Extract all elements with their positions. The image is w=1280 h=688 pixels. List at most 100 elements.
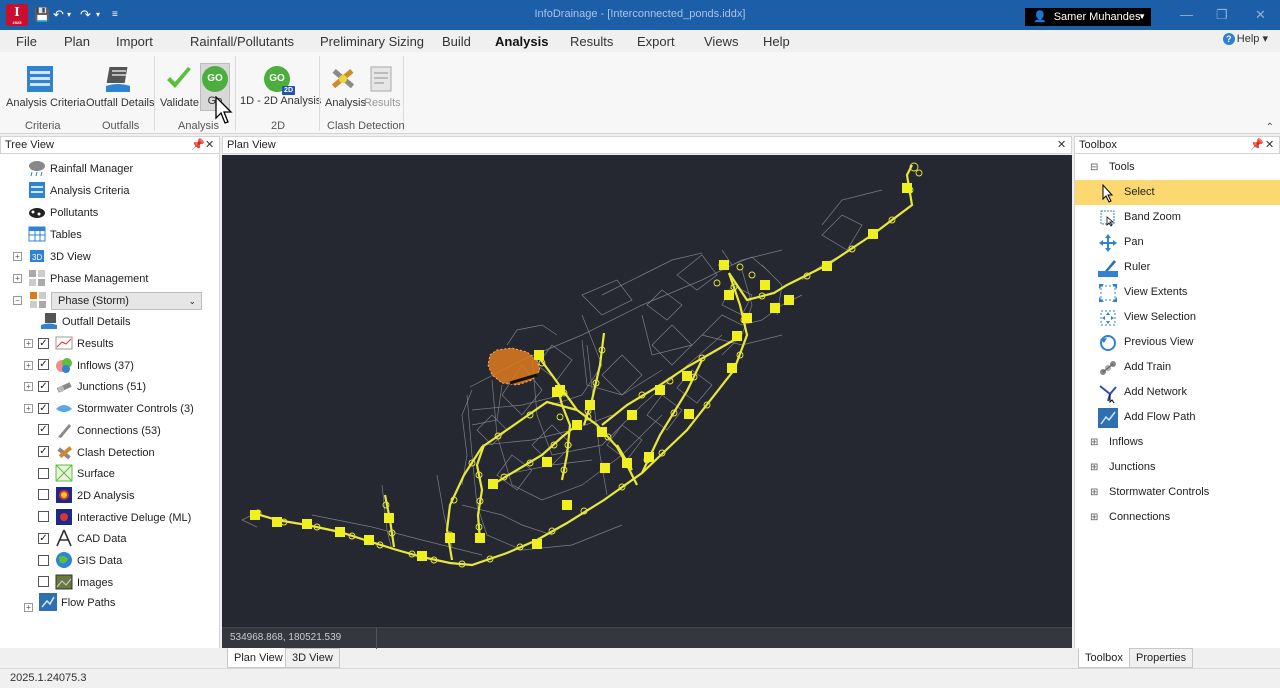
tab-file[interactable]: File xyxy=(16,34,37,49)
stormwater-pond[interactable] xyxy=(487,347,541,386)
expand-icon[interactable]: + xyxy=(24,339,33,348)
tree-item-gis-data[interactable]: GIS Data xyxy=(38,551,122,571)
tab-plan[interactable]: Plan xyxy=(64,34,90,49)
tree-item-rainfall-manager[interactable]: Rainfall Manager xyxy=(28,159,133,179)
select-cursor-icon xyxy=(1102,183,1114,203)
plan-view-canvas[interactable] xyxy=(222,155,1072,648)
visibility-checkbox[interactable] xyxy=(38,511,49,523)
tool-ruler[interactable]: Ruler xyxy=(1075,255,1280,280)
expand-icon[interactable]: + xyxy=(24,603,33,612)
phase-dropdown[interactable]: Phase (Storm) ⌄ xyxy=(51,292,202,310)
visibility-checkbox[interactable]: ✓ xyxy=(38,380,49,392)
expand-icon[interactable]: + xyxy=(13,252,22,261)
collapse-icon[interactable]: − xyxy=(13,296,22,305)
tab-results[interactable]: Results xyxy=(570,34,613,49)
expand-icon[interactable]: + xyxy=(13,274,22,283)
redo-dropdown-icon[interactable]: ▾ xyxy=(96,7,100,23)
tree-item-tables[interactable]: Tables xyxy=(28,225,82,245)
tab-help[interactable]: Help xyxy=(763,34,790,49)
clash-analysis-button[interactable]: Analysis xyxy=(325,64,366,109)
toolbox-group-connections[interactable]: ⊞ Connections xyxy=(1075,505,1280,530)
expand-icon[interactable]: + xyxy=(24,404,33,414)
tree-item-interactive-deluge[interactable]: Interactive Deluge (ML) xyxy=(38,508,191,528)
expand-icon[interactable]: + xyxy=(24,382,33,392)
tree-item-surface[interactable]: Surface xyxy=(38,464,115,484)
outfall-details-button[interactable]: Outfall Details xyxy=(86,64,154,109)
tree-item-junctions[interactable]: ✓ Junctions (51) xyxy=(38,377,146,397)
visibility-checkbox[interactable]: ✓ xyxy=(38,424,49,436)
tool-add-train[interactable]: Add Train xyxy=(1075,355,1280,380)
tab-properties[interactable]: Properties xyxy=(1129,648,1194,668)
validate-button[interactable]: Validate xyxy=(160,64,199,109)
app-logo[interactable]: I 2025 xyxy=(6,4,28,26)
toolbox-group-inflows[interactable]: ⊞ Inflows xyxy=(1075,430,1280,455)
undo-icon[interactable]: ↶ xyxy=(53,7,64,23)
visibility-checkbox[interactable]: ✓ xyxy=(38,532,49,544)
analysis-criteria-button[interactable]: Analysis Criteria xyxy=(6,64,85,109)
tool-view-extents[interactable]: View Extents xyxy=(1075,280,1280,305)
tab-toolbox[interactable]: Toolbox xyxy=(1078,648,1130,668)
tab-analysis[interactable]: Analysis xyxy=(492,34,551,54)
minimize-icon[interactable]: — xyxy=(1180,8,1193,22)
expand-icon[interactable]: + xyxy=(24,360,33,370)
tree-item-3d-view[interactable]: 3D 3D View xyxy=(28,247,91,267)
tree-item-outfall-details[interactable]: Outfall Details xyxy=(40,312,130,332)
tool-add-network[interactable]: Add Network xyxy=(1075,380,1280,405)
close-icon[interactable]: ✕ xyxy=(1255,8,1266,22)
tab-rainfall-pollutants[interactable]: Rainfall/Pollutants xyxy=(190,34,294,49)
visibility-checkbox[interactable]: ✓ xyxy=(38,359,49,371)
save-icon[interactable]: 💾 xyxy=(34,7,50,23)
tree-item-pollutants[interactable]: Pollutants xyxy=(28,203,98,223)
tab-3d-view[interactable]: 3D View xyxy=(285,648,340,668)
tab-plan-view[interactable]: Plan View xyxy=(227,648,290,668)
visibility-checkbox[interactable]: ✓ xyxy=(38,337,49,349)
drainage-network-map[interactable] xyxy=(222,155,1072,627)
tool-select[interactable]: Select xyxy=(1075,180,1280,205)
tree-item-analysis-criteria[interactable]: Analysis Criteria xyxy=(28,181,129,201)
toolbox-group-junctions[interactable]: ⊞ Junctions xyxy=(1075,455,1280,480)
collapse-ribbon-icon[interactable]: ⌃ xyxy=(1266,122,1274,133)
visibility-checkbox[interactable] xyxy=(38,489,49,501)
tree-item-images[interactable]: Images xyxy=(38,573,113,593)
tree-item-inflows[interactable]: ✓ Inflows (37) xyxy=(38,356,134,376)
group-2d: 2D xyxy=(271,120,286,132)
close-icon[interactable]: ✕ xyxy=(1057,137,1066,153)
tab-build[interactable]: Build xyxy=(442,34,471,49)
user-menu[interactable]: 👤 Samer Muhandes ▼ xyxy=(1025,8,1151,26)
redo-icon[interactable]: ↷ xyxy=(80,7,91,23)
pin-icon[interactable]: 📌 xyxy=(191,137,205,153)
visibility-checkbox[interactable]: ✓ xyxy=(38,402,49,414)
tab-views[interactable]: Views xyxy=(704,34,738,49)
clash-results-button[interactable]: Results xyxy=(364,64,401,109)
tab-preliminary-sizing[interactable]: Preliminary Sizing xyxy=(320,34,424,49)
undo-dropdown-icon[interactable]: ▾ xyxy=(67,7,71,23)
toolbox-group-stormwater-controls[interactable]: ⊞ Stormwater Controls xyxy=(1075,480,1280,505)
tree-item-flow-paths[interactable]: Flow Paths xyxy=(39,593,115,613)
tool-view-selection[interactable]: View Selection xyxy=(1075,305,1280,330)
tree-item-clash-detection[interactable]: ✓ Clash Detection xyxy=(38,443,155,463)
1d-2d-analysis-button[interactable]: GO 2D 1D - 2D Analysis xyxy=(240,64,321,107)
tree-item-2d-analysis[interactable]: 2D Analysis xyxy=(38,486,134,506)
pin-icon[interactable]: 📌 xyxy=(1250,137,1264,153)
visibility-checkbox[interactable]: ✓ xyxy=(38,446,49,458)
visibility-checkbox[interactable] xyxy=(38,554,49,566)
tool-pan[interactable]: Pan xyxy=(1075,230,1280,255)
customize-icon[interactable]: ≡ xyxy=(112,7,118,23)
tab-import[interactable]: Import xyxy=(116,34,153,49)
tree-item-phase-management[interactable]: Phase Management xyxy=(28,269,148,289)
tool-add-flow-path[interactable]: Add Flow Path xyxy=(1075,405,1280,430)
visibility-checkbox[interactable] xyxy=(38,576,49,588)
tree-item-connections[interactable]: ✓ Connections (53) xyxy=(38,421,161,441)
tool-band-zoom[interactable]: Band Zoom xyxy=(1075,205,1280,230)
tree-item-results[interactable]: ✓ Results xyxy=(38,334,114,354)
visibility-checkbox[interactable] xyxy=(38,467,49,479)
tool-previous-view[interactable]: Previous View xyxy=(1075,330,1280,355)
help-button[interactable]: ? Help ▾ xyxy=(1222,32,1268,45)
tab-export[interactable]: Export xyxy=(637,34,675,49)
close-icon[interactable]: ✕ xyxy=(205,137,214,153)
toolbox-group-tools[interactable]: ⊟ Tools xyxy=(1075,155,1280,180)
tree-item-cad-data[interactable]: ✓ CAD Data xyxy=(38,529,127,549)
close-icon[interactable]: ✕ xyxy=(1265,137,1274,153)
tree-item-stormwater-controls[interactable]: ✓ Stormwater Controls (3) xyxy=(38,399,194,419)
maximize-icon[interactable]: ❐ xyxy=(1216,8,1228,22)
